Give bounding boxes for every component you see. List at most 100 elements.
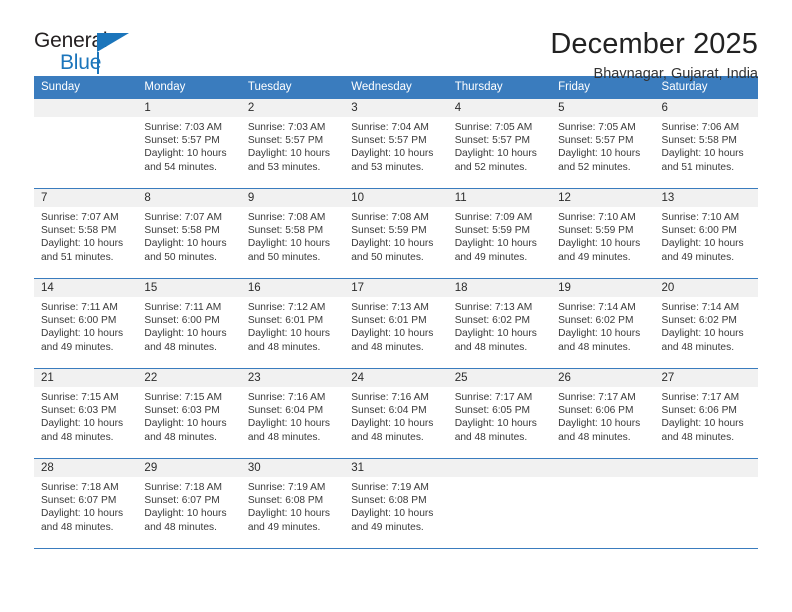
day-number: 14 [34, 279, 138, 297]
calendar-page: General Blue December 2025 Bhavnagar, Gu… [0, 0, 792, 612]
triangle-icon [97, 33, 129, 52]
calendar-day-cell[interactable]: 3 Sunrise: 7:04 AM Sunset: 5:57 PM Daylight… [344, 98, 448, 189]
day-number: 1 [137, 99, 241, 117]
general-blue-logo[interactable]: General Blue [34, 28, 154, 80]
calendar-day-cell[interactable]: 1 Sunrise: 7:03 AM Sunset: 5:57 PM Daylight… [137, 98, 241, 189]
day-number: 15 [137, 279, 241, 297]
day-number: 30 [240, 459, 345, 477]
daylight-duration-line2: and 49 minutes. [41, 341, 114, 353]
sunset-time: Sunset: 6:08 PM [247, 495, 324, 507]
calendar-day-cell[interactable]: 21 Sunrise: 7:15 AM Sunset: 6:03 PM Dayligh… [34, 368, 138, 459]
calendar-week-row: 7 Sunrise: 7:07 AM Sunset: 5:58 PM Daylight… [34, 188, 758, 279]
calendar-day-cell[interactable]: 14 Sunrise: 7:11 AM Sunset: 6:00 PM Dayligh… [34, 278, 138, 369]
sunrise-time: Sunrise: 7:11 AM [41, 302, 118, 313]
day-details: Sunrise: 7:15 AM Sunset: 6:03 PM Daylight:… [34, 387, 137, 444]
day-number: 17 [344, 279, 448, 297]
sunset-time: Sunset: 5:57 PM [558, 135, 634, 147]
daylight-duration-line1: Daylight: 10 hours [247, 508, 330, 520]
calendar-day-cell[interactable]: 4 Sunrise: 7:05 AM Sunset: 5:57 PM Daylight… [447, 98, 552, 189]
sunset-time: Sunset: 6:05 PM [454, 405, 531, 417]
calendar-day-cell[interactable]: 26 Sunrise: 7:17 AM Sunset: 6:06 PM Dayligh… [551, 368, 655, 459]
calendar-day-cell[interactable]: 18 Sunrise: 7:13 AM Sunset: 6:02 PM Dayligh… [447, 278, 552, 369]
day-details: Sunrise: 7:18 AM Sunset: 6:07 PM Daylight:… [34, 477, 137, 534]
calendar-day-cell[interactable]: 19 Sunrise: 7:14 AM Sunset: 6:02 PM Dayligh… [551, 278, 655, 369]
sunset-time: Sunset: 5:57 PM [247, 135, 324, 147]
sunrise-sunset-calendar: Sunday Monday Tuesday Wednesday Thursday Frid… [34, 76, 758, 549]
sunrise-time: Sunrise: 7:15 AM [144, 392, 223, 403]
sunrise-time: Sunrise: 7:06 AM [661, 122, 740, 133]
day-number: 5 [551, 99, 655, 117]
daylight-duration-line2: and 48 minutes. [661, 341, 735, 353]
calendar-day-cell[interactable]: 28 Sunrise: 7:18 AM Sunset: 6:07 PM Dayligh… [34, 458, 138, 549]
day-number: 11 [447, 189, 552, 207]
day-number [34, 99, 138, 117]
sunset-time: Sunset: 6:04 PM [247, 405, 324, 417]
calendar-day-cell[interactable]: 29 Sunrise: 7:18 AM Sunset: 6:07 PM Dayligh… [137, 458, 241, 549]
daylight-duration-line1: Daylight: 10 hours [454, 148, 537, 160]
day-details: Sunrise: 7:19 AM Sunset: 6:08 PM Daylight:… [344, 477, 447, 534]
calendar-day-cell[interactable]: 5 Sunrise: 7:05 AM Sunset: 5:57 PM Daylight… [551, 98, 655, 189]
sunset-time: Sunset: 6:04 PM [351, 405, 427, 417]
sunset-time: Sunset: 5:57 PM [351, 135, 427, 147]
day-number: 13 [654, 189, 758, 207]
sunrise-time: Sunrise: 7:16 AM [247, 392, 326, 403]
calendar-day-cell[interactable]: 30 Sunrise: 7:19 AM Sunset: 6:08 PM Dayligh… [240, 458, 345, 549]
calendar-day-cell[interactable]: 31 Sunrise: 7:19 AM Sunset: 6:08 PM Dayligh… [344, 458, 448, 549]
day-number: 20 [654, 279, 758, 297]
sunrise-time: Sunrise: 7:08 AM [351, 212, 429, 223]
daylight-duration-line2: and 49 minutes. [558, 251, 631, 263]
calendar-day-cell[interactable]: 15 Sunrise: 7:11 AM Sunset: 6:00 PM Dayligh… [137, 278, 241, 369]
calendar-day-cell[interactable]: 22 Sunrise: 7:15 AM Sunset: 6:03 PM Dayligh… [137, 368, 241, 459]
calendar-day-cell[interactable]: 9 Sunrise: 7:08 AM Sunset: 5:58 PM Daylight… [240, 188, 345, 279]
calendar-day-cell[interactable]: 20 Sunrise: 7:14 AM Sunset: 6:02 PM Dayligh… [654, 278, 758, 369]
day-details: Sunrise: 7:03 AM Sunset: 5:57 PM Daylight:… [241, 117, 344, 174]
daylight-duration-line2: and 48 minutes. [454, 341, 528, 353]
calendar-day-cell[interactable]: 13 Sunrise: 7:10 AM Sunset: 6:00 PM Dayligh… [654, 188, 758, 279]
sunset-time: Sunset: 5:58 PM [247, 225, 324, 237]
sunrise-time: Sunrise: 7:18 AM [144, 482, 223, 493]
day-number: 4 [447, 99, 552, 117]
daylight-duration-line1: Daylight: 10 hours [247, 148, 330, 160]
calendar-day-cell[interactable]: 2 Sunrise: 7:03 AM Sunset: 5:57 PM Daylight… [240, 98, 345, 189]
daylight-duration-line1: Daylight: 10 hours [454, 238, 537, 250]
day-number: 26 [551, 369, 655, 387]
sunrise-time: Sunrise: 7:03 AM [144, 122, 223, 133]
sunset-time: Sunset: 5:59 PM [454, 225, 531, 237]
day-number: 21 [34, 369, 138, 387]
calendar-day-cell[interactable]: 12 Sunrise: 7:10 AM Sunset: 5:59 PM Dayligh… [551, 188, 655, 279]
calendar-day-cell[interactable]: 27 Sunrise: 7:17 AM Sunset: 6:06 PM Dayligh… [654, 368, 758, 459]
day-details: Sunrise: 7:10 AM Sunset: 5:59 PM Daylight:… [551, 207, 654, 264]
day-number: 10 [344, 189, 448, 207]
sunset-time: Sunset: 6:06 PM [661, 405, 737, 417]
sunrise-time: Sunrise: 7:13 AM [454, 302, 533, 313]
day-details: Sunrise: 7:11 AM Sunset: 6:00 PM Daylight:… [34, 297, 137, 354]
day-number: 6 [654, 99, 758, 117]
calendar-day-cell[interactable]: 7 Sunrise: 7:07 AM Sunset: 5:58 PM Daylight… [34, 188, 138, 279]
calendar-day-cell[interactable]: 24 Sunrise: 7:16 AM Sunset: 6:04 PM Dayligh… [344, 368, 448, 459]
calendar-day-cell[interactable]: 16 Sunrise: 7:12 AM Sunset: 6:01 PM Dayligh… [240, 278, 345, 369]
calendar-week-row: 28 Sunrise: 7:18 AM Sunset: 6:07 PM Dayligh… [34, 458, 758, 549]
calendar-day-cell[interactable]: 11 Sunrise: 7:09 AM Sunset: 5:59 PM Dayligh… [447, 188, 552, 279]
sunset-time: Sunset: 5:57 PM [454, 135, 531, 147]
sunrise-time: Sunrise: 7:17 AM [454, 392, 533, 403]
day-number: 28 [34, 459, 138, 477]
day-details: Sunrise: 7:10 AM Sunset: 6:00 PM Daylight:… [655, 207, 758, 264]
daylight-duration-line1: Daylight: 10 hours [661, 418, 744, 430]
daylight-duration-line1: Daylight: 10 hours [558, 148, 641, 160]
day-number [447, 459, 552, 477]
calendar-day-cell[interactable]: 25 Sunrise: 7:17 AM Sunset: 6:05 PM Dayligh… [447, 368, 552, 459]
calendar-day-cell[interactable]: 8 Sunrise: 7:07 AM Sunset: 5:58 PM Daylight… [137, 188, 241, 279]
day-number: 31 [344, 459, 448, 477]
calendar-day-cell[interactable]: 17 Sunrise: 7:13 AM Sunset: 6:01 PM Dayligh… [344, 278, 448, 369]
calendar-day-cell[interactable]: 10 Sunrise: 7:08 AM Sunset: 5:59 PM Dayligh… [344, 188, 448, 279]
daylight-duration-line2: and 49 minutes. [661, 251, 735, 263]
page-header: General Blue December 2025 Bhavnagar, Gu… [34, 0, 758, 82]
calendar-day-cell[interactable]: 23 Sunrise: 7:16 AM Sunset: 6:04 PM Dayligh… [240, 368, 345, 459]
calendar-day-cell[interactable]: 6 Sunrise: 7:06 AM Sunset: 5:58 PM Daylight… [654, 98, 758, 189]
daylight-duration-line1: Daylight: 10 hours [351, 148, 434, 160]
daylight-duration-line2: and 49 minutes. [454, 251, 528, 263]
sunrise-time: Sunrise: 7:09 AM [454, 212, 533, 223]
day-details: Sunrise: 7:14 AM Sunset: 6:02 PM Daylight:… [551, 297, 654, 354]
day-number: 19 [551, 279, 655, 297]
calendar-cell-empty [34, 98, 138, 189]
